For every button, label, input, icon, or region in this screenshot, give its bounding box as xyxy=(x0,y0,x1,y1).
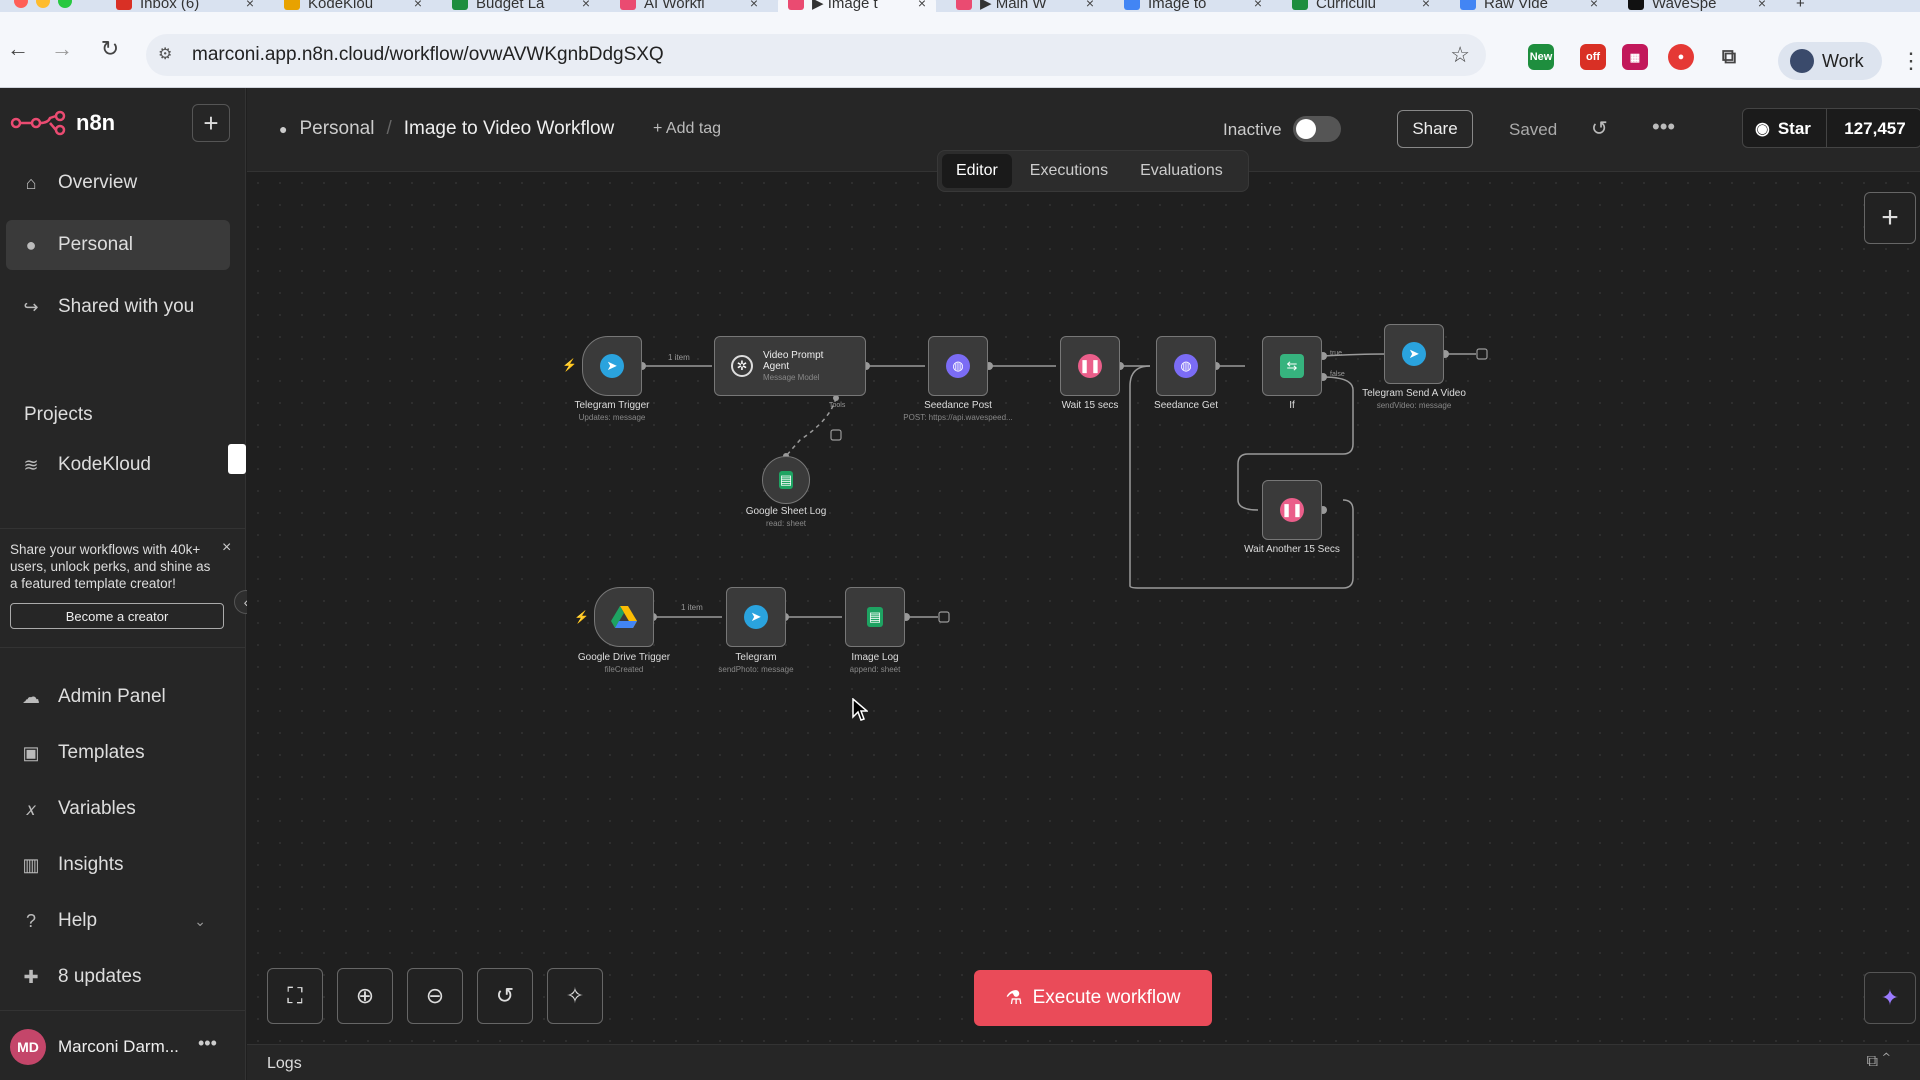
node-subtitle: read: sheet xyxy=(765,519,807,528)
google-drive-icon xyxy=(611,606,637,628)
node-label: Telegram Trigger xyxy=(574,400,650,411)
node-telegram[interactable]: ➤ xyxy=(726,587,786,647)
node-seedance-post[interactable]: ◍ xyxy=(928,336,988,396)
fit-view-button[interactable]: ⛶ xyxy=(267,968,323,1024)
pause-icon: ❚❚ xyxy=(1078,354,1102,378)
trigger-bolt-icon: ⚡ xyxy=(562,358,577,372)
google-sheets-icon: ▤ xyxy=(779,471,793,489)
zoom-in-button[interactable]: ⊕ xyxy=(337,968,393,1024)
node-label: Video Prompt Agent xyxy=(763,350,824,372)
globe-icon: ◍ xyxy=(1174,354,1198,378)
telegram-icon: ➤ xyxy=(600,354,624,378)
telegram-icon: ➤ xyxy=(1402,342,1426,366)
zoom-in-icon: ⊕ xyxy=(355,983,375,1008)
zoom-out-icon: ⊖ xyxy=(425,983,445,1008)
logs-panel-bar[interactable]: Logs ⧉ ⌃ xyxy=(247,1044,1920,1080)
node-subtitle: POST: https://api.wavespeed... xyxy=(903,413,1013,422)
reset-icon: ↺ xyxy=(495,983,515,1008)
node-label: Image Log xyxy=(851,652,899,663)
add-node-icon[interactable] xyxy=(1476,348,1488,360)
broom-icon: ✧ xyxy=(565,983,585,1008)
ai-assistant-button[interactable]: ✦ xyxy=(1864,972,1916,1024)
edge-label: false xyxy=(1330,371,1345,378)
node-subtitle: Updates: message xyxy=(578,413,646,422)
trigger-bolt-icon: ⚡ xyxy=(574,610,589,624)
node-label: Wait Another 15 Secs xyxy=(1244,544,1340,555)
node-label: Google Drive Trigger xyxy=(577,652,671,663)
node-subtitle: sendVideo: message xyxy=(1376,401,1452,410)
node-label: Seedance Post xyxy=(924,400,992,411)
node-wait-15-secs[interactable]: ❚❚ xyxy=(1060,336,1120,396)
edge-label: 1 item xyxy=(668,353,690,362)
globe-icon: ◍ xyxy=(946,354,970,378)
edge-label: true xyxy=(1330,350,1343,357)
node-label: Telegram Send A Video xyxy=(1362,388,1466,399)
reset-zoom-button[interactable]: ↺ xyxy=(477,968,533,1024)
expand-logs-icon[interactable]: ⧉ ⌃ xyxy=(1867,1053,1890,1071)
node-video-prompt-agent[interactable]: ✲ Video Prompt Agent Message Model xyxy=(714,336,866,396)
mouse-cursor-icon xyxy=(852,698,868,721)
openai-icon: ✲ xyxy=(731,355,753,377)
pause-icon: ❚❚ xyxy=(1280,498,1304,522)
workflow-connections xyxy=(638,348,1488,623)
node-telegram-send-video[interactable]: ➤ xyxy=(1384,324,1444,384)
node-subtitle: append: sheet xyxy=(849,665,901,674)
zoom-out-button[interactable]: ⊖ xyxy=(407,968,463,1024)
execute-workflow-label: Execute workflow xyxy=(1032,987,1181,1008)
edge-label: Tools xyxy=(829,402,846,409)
telegram-icon: ➤ xyxy=(744,605,768,629)
flask-icon: ⚗ xyxy=(1005,987,1023,1009)
if-branch-icon: ⇆ xyxy=(1280,354,1304,378)
node-wait-another-15-secs[interactable]: ❚❚ xyxy=(1262,480,1322,540)
sparkle-icon: ✦ xyxy=(1880,985,1900,1010)
google-sheets-icon: ▤ xyxy=(867,607,883,627)
execute-workflow-button[interactable]: ⚗ Execute workflow xyxy=(974,970,1212,1026)
node-if[interactable]: ⇆ xyxy=(1262,336,1322,396)
agent-text: Video Prompt Agent Message Model xyxy=(763,350,833,382)
node-google-drive-trigger[interactable] xyxy=(594,587,654,647)
logs-label: Logs xyxy=(267,1055,302,1072)
node-subtitle: fileCreated xyxy=(604,665,644,674)
node-telegram-trigger[interactable]: ➤ xyxy=(582,336,642,396)
node-label: Google Sheet Log xyxy=(745,506,827,517)
add-node-icon[interactable] xyxy=(938,611,950,623)
node-image-log[interactable]: ▤ xyxy=(845,587,905,647)
fullscreen-icon: ⛶ xyxy=(287,983,303,1008)
node-label: If xyxy=(1289,400,1295,411)
node-seedance-get[interactable]: ◍ xyxy=(1156,336,1216,396)
edge-label: 1 item xyxy=(681,603,703,612)
node-google-sheet-log[interactable]: ▤ xyxy=(762,456,810,504)
node-subtitle: Message Model xyxy=(763,373,820,382)
add-tool-icon[interactable] xyxy=(830,429,842,441)
tidy-up-button[interactable]: ✧ xyxy=(547,968,603,1024)
